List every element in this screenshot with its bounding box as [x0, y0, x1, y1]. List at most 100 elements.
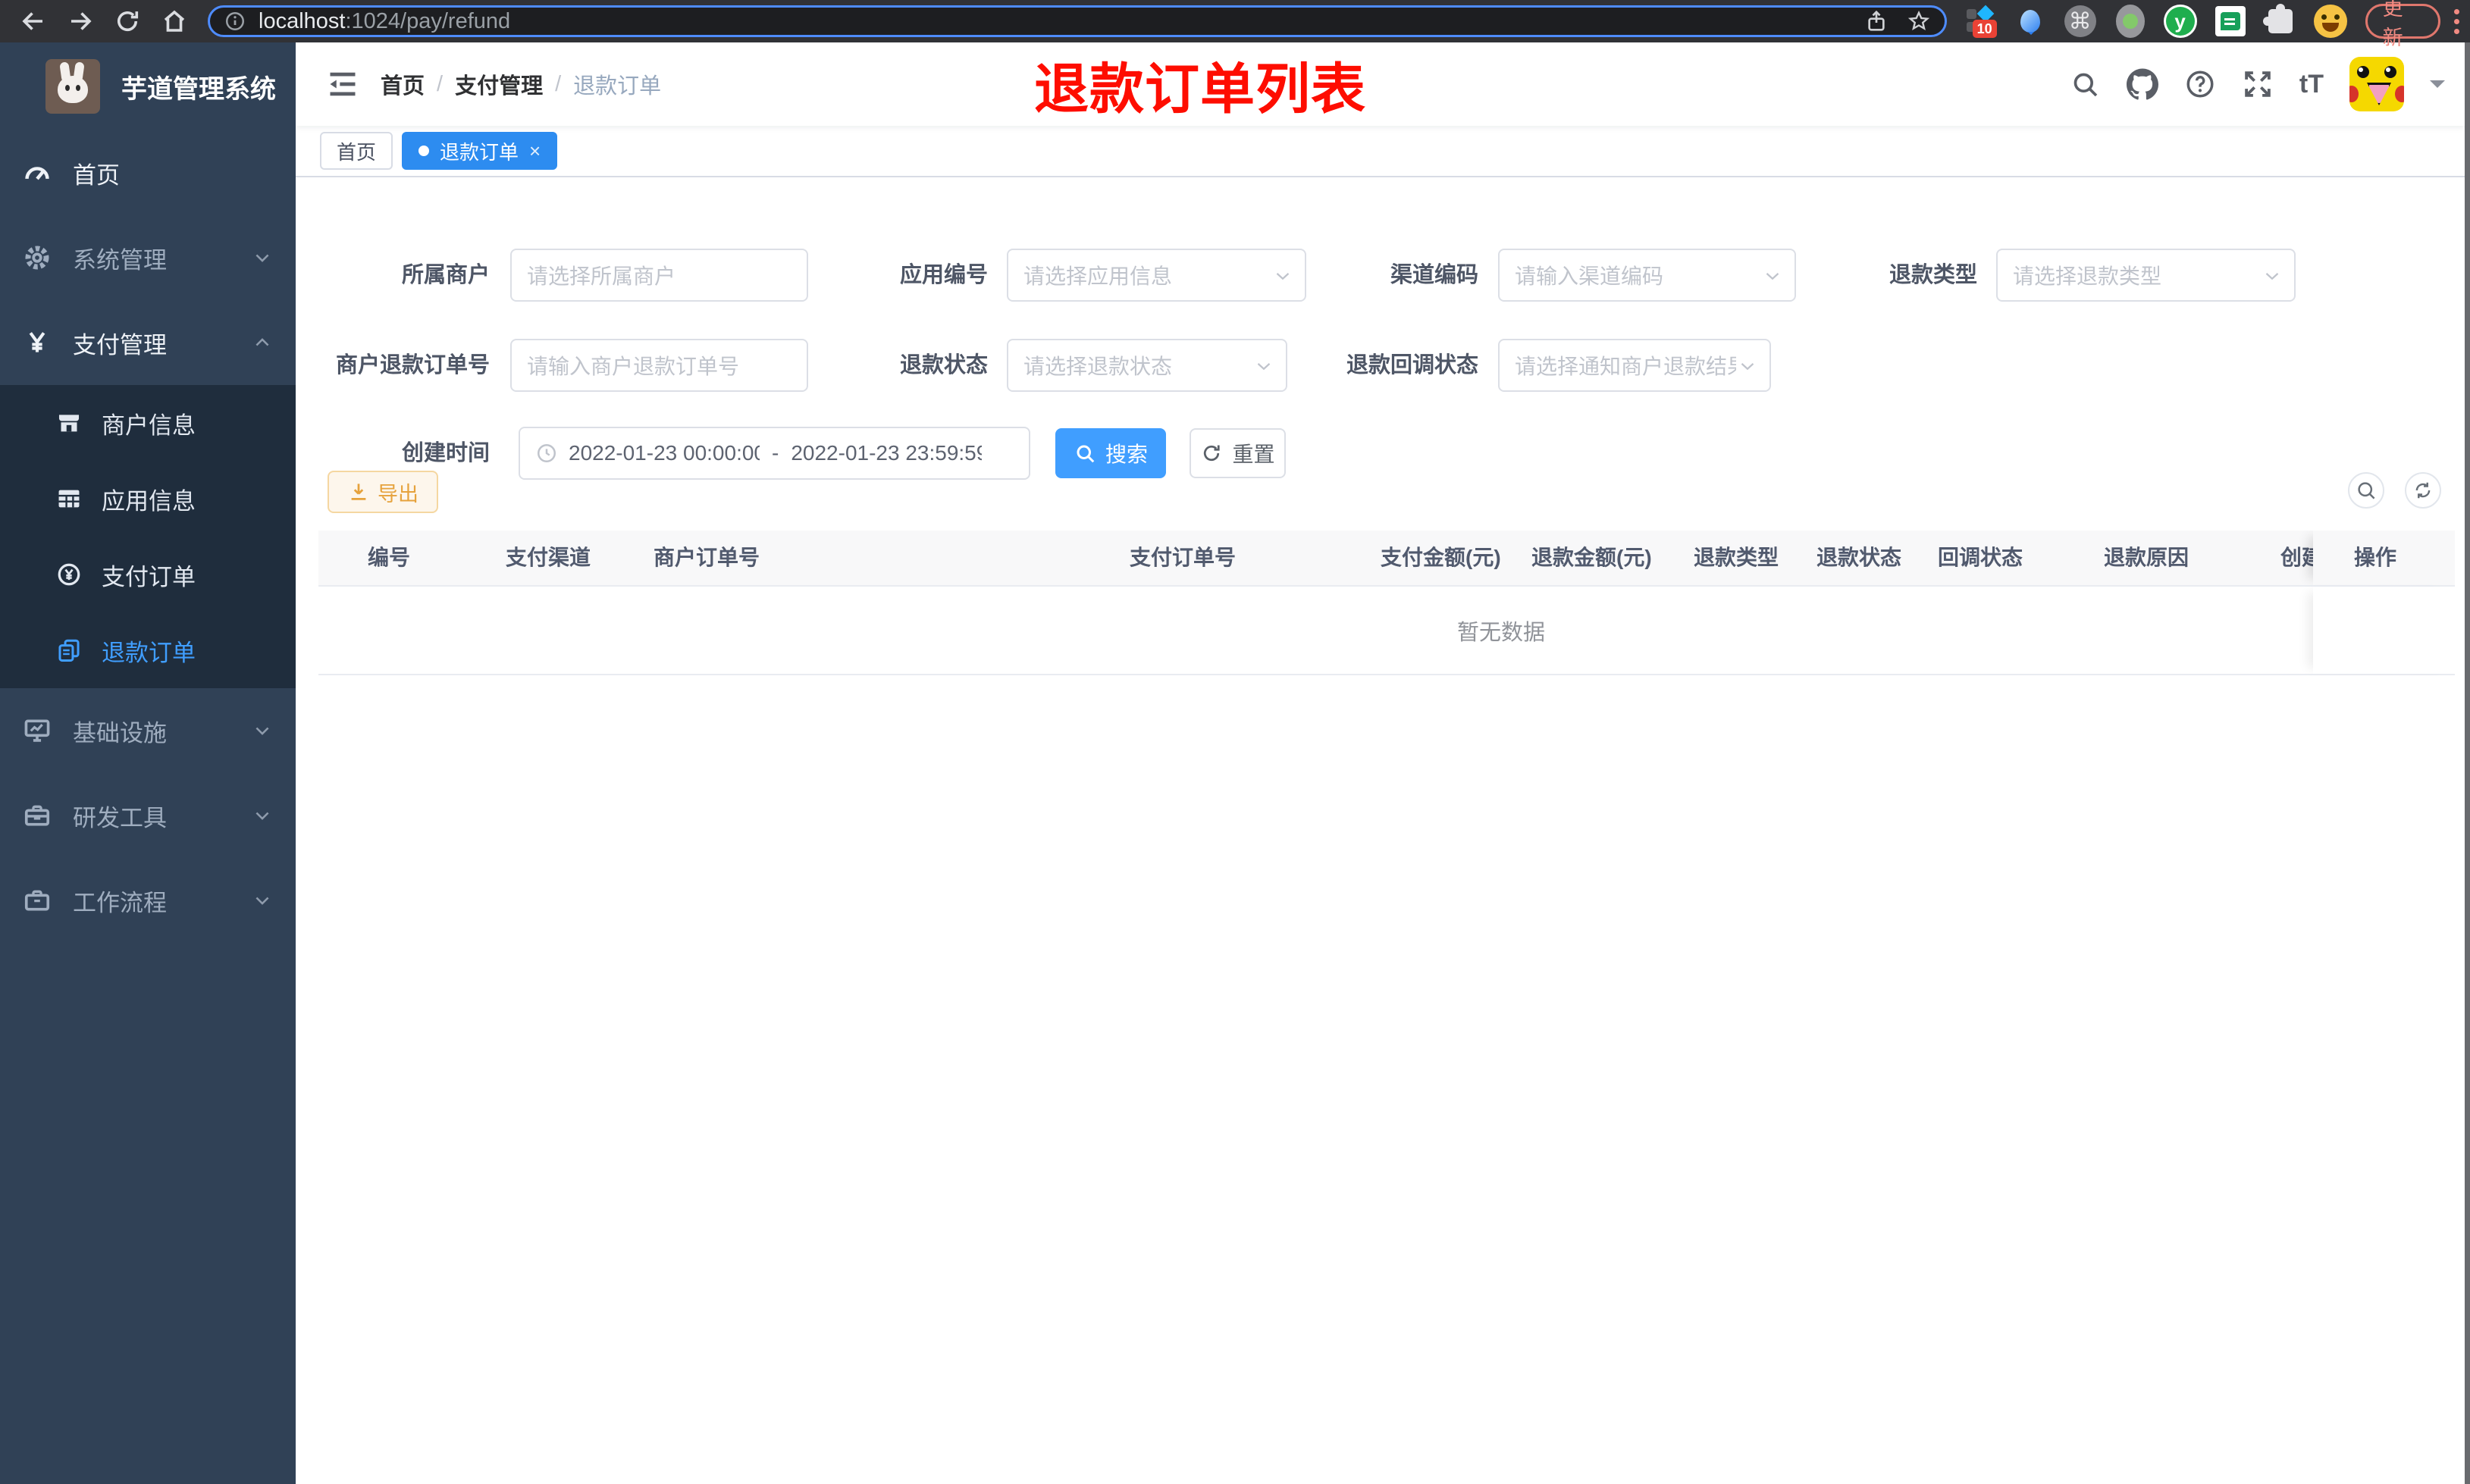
bookmark-star-icon[interactable]: [1907, 9, 1931, 33]
extension-badge-count: 10: [1972, 20, 1997, 38]
export-button-label: 导出: [378, 482, 418, 506]
sidebar-item-label: 基础设施: [73, 719, 167, 747]
date-end-value: 2022-01-23 23:59:59: [791, 441, 983, 465]
date-start-value: 2022-01-23 00:00:00: [569, 441, 760, 465]
tab-home[interactable]: 首页: [320, 132, 393, 170]
app-logo[interactable]: 芋道管理系统: [0, 42, 296, 130]
sidebar-toggle-icon[interactable]: [326, 67, 359, 101]
extension-chat-icon[interactable]: [2214, 5, 2247, 38]
table-empty-row: 暂无数据: [318, 587, 2455, 675]
github-icon[interactable]: [2126, 68, 2158, 100]
placeholder-text: 请选择通知商户退款结果的: [1515, 355, 1754, 378]
table-header-cell: 支付渠道: [506, 546, 591, 569]
sidebar-item-document[interactable]: 退款订单: [0, 612, 296, 688]
breadcrumb-pay-manage[interactable]: 支付管理: [455, 68, 543, 100]
sidebar-item-label: 支付管理: [73, 331, 167, 358]
active-tab-dot: [418, 146, 430, 156]
placeholder-text: 请输入商户退款订单号: [527, 355, 740, 378]
chevron-down-icon: [252, 805, 273, 826]
filter-label: 所属商户: [401, 263, 490, 287]
breadcrumb-separator: /: [437, 71, 444, 96]
profile-emoji-avatar[interactable]: [2313, 5, 2347, 38]
table-header-cell: 退款原因: [2104, 546, 2189, 569]
extension-y-icon[interactable]: y: [2163, 5, 2197, 38]
tab-close-icon[interactable]: ×: [529, 139, 541, 163]
placeholder-text: 请选择所属商户: [527, 265, 676, 288]
address-bar[interactable]: localhost:1024/pay/refund: [208, 5, 1947, 37]
avatar-dropdown-caret[interactable]: [2430, 80, 2445, 95]
toggle-search-form-button[interactable]: [2348, 472, 2384, 509]
browser-home-icon[interactable]: [161, 8, 188, 35]
text-size-icon[interactable]: tT: [2299, 68, 2324, 100]
chevron-down-icon: [252, 720, 273, 741]
empty-state-text: 暂无数据: [1456, 620, 1546, 645]
refund-table: 创建时间退款原因回调状态退款状态退款类型退款金额(元)支付金额(元)支付订单号商…: [318, 531, 2455, 675]
sidebar-item-monitor[interactable]: 基础设施: [0, 688, 296, 773]
extensions-puzzle-icon[interactable]: [2262, 4, 2297, 38]
sidebar-item-toolbox[interactable]: 研发工具: [0, 773, 296, 858]
sidebar-item-shop[interactable]: 商户信息: [0, 385, 296, 461]
browser-back-icon[interactable]: [20, 8, 47, 35]
sidebar-item-label: 商户信息: [102, 412, 196, 439]
filter-select-field[interactable]: 请选择退款类型: [1996, 249, 2296, 302]
sidebar-item-label: 研发工具: [73, 804, 167, 831]
fixed-action-column-body: [2313, 587, 2455, 674]
sidebar-item-dashboard[interactable]: 首页: [0, 130, 296, 215]
chrome-update-button[interactable]: 更新: [2365, 0, 2440, 49]
chevron-down-icon: [1736, 355, 1759, 377]
filter-input-field[interactable]: 请输入商户退款订单号: [510, 339, 808, 392]
sidebar-item-grid[interactable]: 应用信息: [0, 461, 296, 537]
export-button[interactable]: 导出: [328, 471, 438, 513]
sidebar-item-yen[interactable]: 支付管理: [0, 300, 296, 385]
fixed-action-column-header: 操作: [2313, 531, 2455, 585]
sidebar-item-label: 支付订单: [102, 563, 196, 590]
placeholder-text: 请选择应用信息: [1023, 265, 1173, 288]
browser-reload-icon[interactable]: [114, 8, 141, 35]
search-button[interactable]: 搜索: [1055, 428, 1166, 478]
window-right-edge: [2465, 42, 2470, 1484]
filter-select-field[interactable]: 请输入渠道编码: [1498, 249, 1796, 302]
extension-balloon-icon[interactable]: [2014, 5, 2047, 38]
help-icon[interactable]: [2184, 68, 2216, 100]
chevron-down-icon: [1252, 355, 1275, 377]
sidebar-item-label: 系统管理: [73, 246, 167, 274]
chevron-up-icon: [252, 332, 273, 353]
filter-select-field[interactable]: 请选择应用信息: [1007, 249, 1306, 302]
url-host: localhost: [259, 8, 346, 33]
reset-button-label: 重置: [1232, 443, 1275, 466]
browser-forward-icon[interactable]: [67, 8, 94, 35]
yen-circle-icon: [56, 562, 82, 587]
chevron-down-icon: [2261, 265, 2283, 287]
monitor-icon: [23, 716, 52, 745]
filter-input-field[interactable]: 请选择所属商户: [510, 249, 808, 302]
table-header-cell: 支付订单号: [1130, 546, 1237, 569]
create-time-range-picker[interactable]: 2022-01-23 00:00:00 - 2022-01-23 23:59:5…: [519, 427, 1030, 480]
extension-green-dot-icon[interactable]: [2114, 5, 2147, 38]
placeholder-text: 请选择退款类型: [2013, 265, 2162, 288]
header-search-icon[interactable]: [2069, 68, 2101, 100]
briefcase-icon: [23, 886, 52, 915]
filter-select-field[interactable]: 请选择退款状态: [1007, 339, 1287, 392]
extension-badge-icon[interactable]: 10: [1964, 5, 1997, 38]
reset-button[interactable]: 重置: [1190, 428, 1286, 478]
refresh-table-button[interactable]: [2405, 472, 2441, 509]
sidebar-item-yen-circle[interactable]: 支付订单: [0, 537, 296, 612]
breadcrumb-home[interactable]: 首页: [381, 68, 425, 100]
filter-select-field[interactable]: 请选择通知商户退款结果的: [1498, 339, 1771, 392]
submenu-pay: 商户信息应用信息支付订单退款订单: [0, 385, 296, 688]
fullscreen-icon[interactable]: [2242, 68, 2274, 100]
sidebar-item-briefcase[interactable]: 工作流程: [0, 858, 296, 943]
sidebar-item-gear[interactable]: 系统管理: [0, 215, 296, 300]
browser-menu-icon[interactable]: [2454, 8, 2459, 34]
filter-label: 应用编号: [899, 263, 988, 287]
tab-refund-order[interactable]: 退款订单 ×: [402, 132, 558, 170]
url-path: :1024/pay/refund: [345, 8, 511, 33]
table-header-cell: 回调状态: [1938, 546, 2023, 569]
logo-rabbit-avatar: [45, 59, 100, 114]
sidebar-item-label: 应用信息: [102, 487, 196, 515]
share-icon[interactable]: [1864, 9, 1889, 33]
user-avatar[interactable]: [2349, 57, 2404, 111]
app-title: 芋道管理系统: [121, 74, 276, 104]
site-info-icon[interactable]: [224, 10, 246, 33]
extension-command-icon[interactable]: ⌘: [2064, 5, 2097, 38]
